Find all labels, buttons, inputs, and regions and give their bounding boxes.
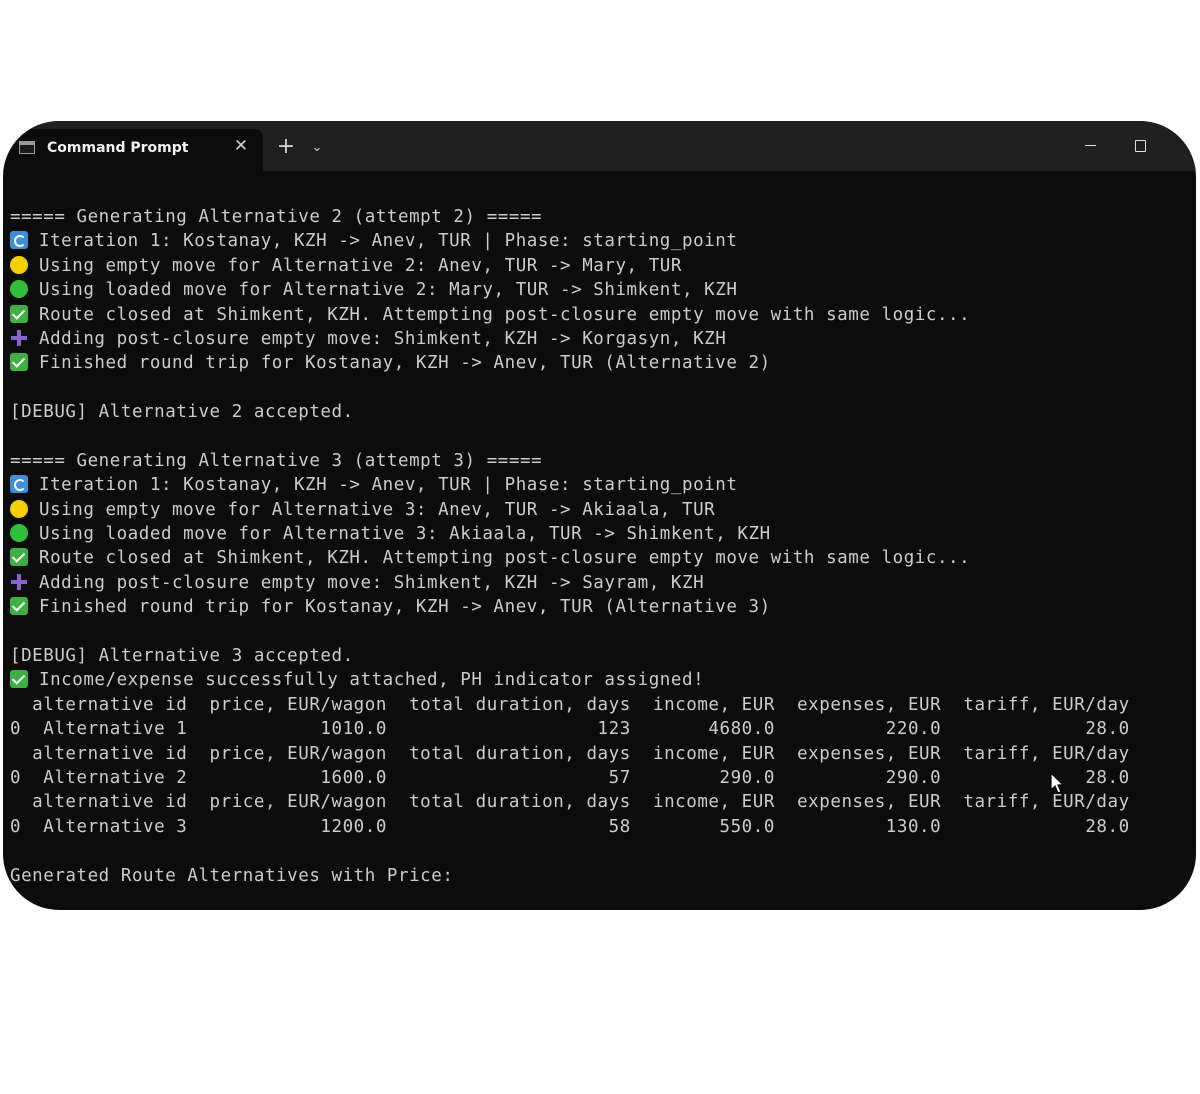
check-mark-icon [10,353,28,372]
console-line-text: ===== Generating Alternative 2 (attempt … [10,207,543,227]
console-line-text: Finished round trip for Kostanay, KZH ->… [39,597,771,618]
console-line: Route closed at Shimkent, KZH. Attemptin… [10,546,1190,570]
console-line-text: Income/expense successfully attached, PH… [39,670,705,691]
check-mark-icon [10,597,28,616]
terminal-window: Command Prompt ✕ + ⌄ ===== Generating Al… [3,121,1196,910]
console-line-text: 0 Alternative 3 1200.0 58 550.0 130.0 28… [10,816,1130,837]
console-line-text: Finished round trip for Kostanay, KZH ->… [39,353,771,374]
tab-command-prompt[interactable]: Command Prompt ✕ [3,129,263,171]
yellow-circle-icon [10,499,28,518]
mouse-cursor-icon [1050,772,1065,794]
refresh-icon [10,231,28,250]
check-mark-icon [10,304,28,323]
console-line-text: Using loaded move for Alternative 2: Mar… [39,280,738,301]
console-line: Using loaded move for Alternative 3: Aki… [10,522,1190,546]
console-line: [DEBUG] Alternative 3 accepted. [10,644,1190,668]
console-line-text: Using empty move for Alternative 2: Anev… [39,255,682,276]
yellow-circle-icon [10,255,28,274]
console-line: 0 Alternative 1 1010.0 123 4680.0 220.0 … [10,717,1190,741]
console-line-text: 0 Alternative 1 1010.0 123 4680.0 220.0 … [10,719,1130,740]
console-output[interactable]: ===== Generating Alternative 2 (attempt … [10,205,1190,888]
console-line: Iteration 1: Kostanay, KZH -> Anev, TUR … [10,473,1190,497]
console-line-text: Using empty move for Alternative 3: Anev… [39,499,716,520]
console-line: Finished round trip for Kostanay, KZH ->… [10,351,1190,375]
console-line: alternative id price, EUR/wagon total du… [10,790,1190,814]
green-circle-icon [10,280,28,299]
plus-icon [10,329,28,347]
tab-close-button[interactable]: ✕ [231,136,251,156]
console-line: 0 Alternative 2 1600.0 57 290.0 290.0 28… [10,766,1190,790]
console-line: alternative id price, EUR/wagon total du… [10,693,1190,717]
console-line-text: Iteration 1: Kostanay, KZH -> Anev, TUR … [39,475,738,496]
tab-title: Command Prompt [47,140,189,156]
console-line: Generated Route Alternatives with Price: [10,864,1190,888]
minimize-button[interactable] [1078,133,1104,159]
tab-dropdown-button[interactable]: ⌄ [307,138,327,158]
console-line: alternative id price, EUR/wagon total du… [10,742,1190,766]
console-line: Using empty move for Alternative 2: Anev… [10,254,1190,278]
console-line: ===== Generating Alternative 3 (attempt … [10,449,1190,473]
maximize-button[interactable] [1127,133,1153,159]
console-line: Using loaded move for Alternative 2: Mar… [10,278,1190,302]
console-line-text: Route closed at Shimkent, KZH. Attemptin… [39,548,971,569]
console-line: Adding post-closure empty move: Shimkent… [10,327,1190,351]
console-line-text: Adding post-closure empty move: Shimkent… [39,328,727,349]
console-line: 0 Alternative 3 1200.0 58 550.0 130.0 28… [10,815,1190,839]
check-mark-icon [10,670,28,689]
terminal-icon [19,141,35,154]
console-line: Finished round trip for Kostanay, KZH ->… [10,595,1190,619]
console-line-text: Iteration 1: Kostanay, KZH -> Anev, TUR … [39,231,738,252]
console-line: Income/expense successfully attached, PH… [10,668,1190,692]
console-line: Route closed at Shimkent, KZH. Attemptin… [10,303,1190,327]
check-mark-icon [10,548,28,567]
console-line: Iteration 1: Kostanay, KZH -> Anev, TUR … [10,229,1190,253]
console-line-text: [DEBUG] Alternative 3 accepted. [10,646,354,667]
title-bar: Command Prompt ✕ + ⌄ [3,121,1196,171]
console-line: ===== Generating Alternative 2 (attempt … [10,205,1190,229]
console-line-text: Using loaded move for Alternative 3: Aki… [39,524,771,545]
console-line-text: alternative id price, EUR/wagon total du… [10,694,1130,715]
plus-icon [10,573,28,591]
new-tab-button[interactable]: + [275,136,297,158]
refresh-icon [10,475,28,494]
console-line-text: alternative id price, EUR/wagon total du… [10,792,1130,813]
console-line-text: [DEBUG] Alternative 2 accepted. [10,402,354,423]
green-circle-icon [10,524,28,543]
console-line-text: Adding post-closure empty move: Shimkent… [39,572,705,593]
console-line: [DEBUG] Alternative 2 accepted. [10,400,1190,424]
console-line-text: 0 Alternative 2 1600.0 57 290.0 290.0 28… [10,767,1130,788]
console-line-text: Route closed at Shimkent, KZH. Attemptin… [39,304,971,325]
console-line-text: Generated Route Alternatives with Price: [10,865,454,886]
console-line: Using empty move for Alternative 3: Anev… [10,498,1190,522]
console-line-text: alternative id price, EUR/wagon total du… [10,743,1130,764]
console-line: Adding post-closure empty move: Shimkent… [10,571,1190,595]
console-line-text: ===== Generating Alternative 3 (attempt … [10,450,543,471]
